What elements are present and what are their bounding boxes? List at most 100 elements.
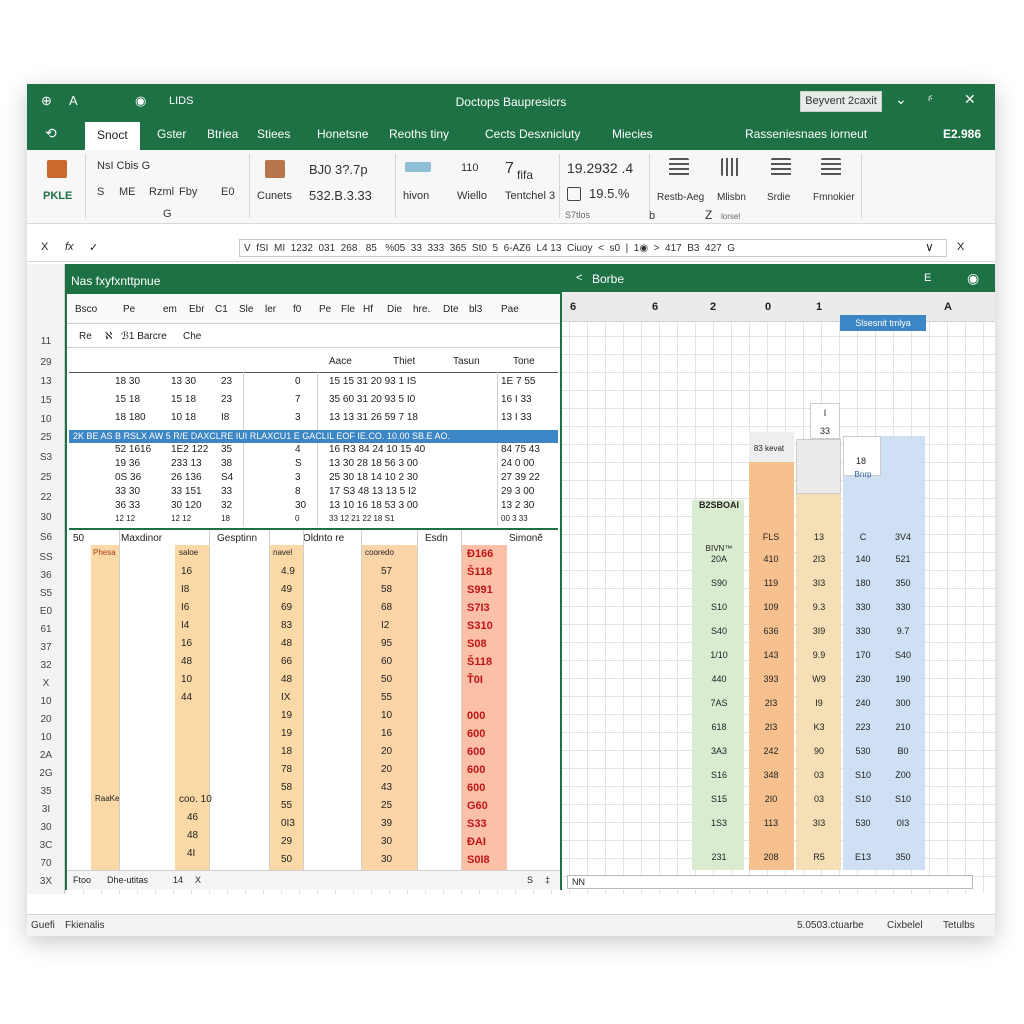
cell[interactable]: S15 — [699, 794, 739, 804]
cell[interactable]: 00 3 33 — [501, 514, 528, 523]
cell[interactable]: 109 — [751, 602, 791, 612]
sheet-tab[interactable]: Dhe-utitas — [107, 875, 148, 885]
cell[interactable]: 7AS — [699, 698, 739, 708]
header-cell[interactable]: hre. — [413, 304, 430, 315]
cells-icon[interactable] — [265, 160, 285, 178]
cell[interactable]: Z00 — [883, 770, 923, 780]
cell[interactable]: Đ166 — [467, 548, 493, 560]
minimize-icon[interactable]: ⸄ — [927, 91, 934, 110]
tab-6[interactable]: Cects Desxnicluty — [485, 127, 580, 141]
scroll-left-icon[interactable]: S — [527, 875, 533, 885]
cell[interactable]: 13 2 30 — [501, 500, 534, 511]
cell[interactable]: S16 — [699, 770, 739, 780]
cell[interactable]: 13 30 — [171, 376, 196, 387]
cell[interactable]: 19 — [281, 710, 292, 721]
cell[interactable]: I6 — [181, 602, 189, 613]
check-icon[interactable]: ✓ — [89, 241, 98, 254]
page-layout-button[interactable]: Cixbelel — [887, 920, 923, 931]
cell[interactable]: 60 — [381, 656, 392, 667]
cell[interactable]: 10 — [381, 710, 392, 721]
column-label[interactable]: 6 — [570, 301, 576, 313]
border-button[interactable]: E0 — [221, 186, 234, 198]
cell[interactable]: I8 — [181, 584, 189, 595]
cell[interactable]: 19 — [281, 728, 292, 739]
cell[interactable]: 33 30 — [115, 486, 140, 497]
cell[interactable]: 223 — [843, 722, 883, 732]
cell[interactable]: 2I0 — [751, 794, 791, 804]
cell[interactable]: 190 — [883, 674, 923, 684]
styles-button[interactable]: Wiello — [457, 190, 487, 202]
tab-3[interactable]: Stiees — [257, 127, 290, 141]
sheet-tab[interactable]: Ftoo — [73, 875, 91, 885]
font-color-button[interactable]: Fby — [179, 186, 197, 198]
cell[interactable]: 180 — [843, 578, 883, 588]
cell[interactable]: IX — [281, 692, 290, 703]
cell[interactable]: I9 — [799, 698, 839, 708]
find-icon[interactable] — [771, 158, 791, 176]
cell[interactable]: 20 — [381, 764, 392, 775]
cell[interactable]: 52 1616 — [115, 444, 151, 455]
cell[interactable]: 3I3 — [799, 578, 839, 588]
cell[interactable]: S10 — [699, 602, 739, 612]
table-row[interactable]: 19 36 233 13 38 S 13 30 28 18 56 3 00 24… — [67, 458, 560, 472]
table-row[interactable]: 18 180 10 18 I8 3 13 13 31 26 59 7 18 13… — [67, 412, 560, 430]
cell[interactable]: 33 12 21 22 18 S1 — [329, 514, 394, 523]
row-number[interactable]: 20 — [31, 714, 61, 725]
cell[interactable]: 10 — [181, 674, 192, 685]
cell[interactable]: 618 — [699, 722, 739, 732]
undo-icon[interactable]: ⟲ — [45, 125, 57, 142]
tab-7[interactable]: Miecies — [612, 127, 653, 141]
header-cell[interactable]: Hf — [363, 304, 373, 315]
column-label[interactable]: 1 — [816, 301, 822, 313]
cell[interactable]: 600 — [467, 764, 485, 776]
font-size-box[interactable]: Rzml — [149, 186, 174, 198]
cell[interactable]: 2I3 — [799, 554, 839, 564]
cell[interactable]: 48 — [281, 638, 292, 649]
cell[interactable]: 46 — [187, 812, 198, 823]
column-label[interactable]: 0 — [765, 301, 771, 313]
cell[interactable]: 38 — [221, 458, 232, 469]
cell[interactable]: 24 0 00 — [501, 458, 534, 469]
row-number[interactable]: 15 — [31, 395, 61, 406]
row-number[interactable]: 3C — [31, 840, 61, 851]
header-cell[interactable]: f0 — [293, 304, 301, 315]
cell[interactable]: 50 — [281, 854, 292, 865]
cell[interactable]: 55 — [381, 692, 392, 703]
cell[interactable]: Ť0I — [467, 674, 483, 686]
cell[interactable]: 33 — [221, 486, 232, 497]
column-label[interactable]: A — [944, 301, 952, 313]
cell[interactable]: R5 — [799, 852, 839, 862]
cell[interactable]: 18 — [221, 514, 230, 523]
analyze-button[interactable]: Fmnokier — [813, 192, 855, 203]
tab-2[interactable]: Btriea — [207, 127, 238, 141]
cell[interactable]: 57 — [381, 566, 392, 577]
table-row[interactable]: 12 12 12 12 18 0 33 12 21 22 18 S1 00 3 … — [67, 514, 560, 526]
row-number[interactable]: 11 — [31, 336, 61, 347]
cell[interactable]: 12 12 — [171, 514, 191, 523]
collapse-icon[interactable]: < — [576, 272, 582, 284]
cell[interactable]: 410 — [751, 554, 791, 564]
cell[interactable]: 30 120 — [171, 500, 202, 511]
lower-header[interactable]: Esdn — [425, 533, 448, 544]
cell[interactable]: S — [295, 458, 302, 469]
lower-header[interactable]: Simonĕ — [509, 533, 543, 544]
cell[interactable]: I2 — [381, 620, 389, 631]
header-cell[interactable]: Pe — [123, 304, 135, 315]
panel-settings-icon[interactable]: ◉ — [967, 270, 979, 287]
lower-header[interactable]: Maxdinor — [121, 533, 162, 544]
cell[interactable]: 530 — [843, 746, 883, 756]
cell[interactable]: 1E2 122 — [171, 444, 208, 455]
cell[interactable]: 7 — [295, 394, 301, 405]
column-label[interactable]: 2 — [710, 301, 716, 313]
cell[interactable]: 16 — [181, 566, 192, 577]
cell[interactable]: 600 — [467, 782, 485, 794]
cell[interactable]: 521 — [883, 554, 923, 564]
cell[interactable]: 4.9 — [281, 566, 295, 577]
row-number[interactable]: 10 — [31, 696, 61, 707]
row-number[interactable]: E0 — [31, 606, 61, 617]
fx-icon[interactable]: fx — [65, 241, 74, 253]
cell[interactable]: 208 — [751, 852, 791, 862]
cell[interactable]: 29 — [281, 836, 292, 847]
cell[interactable]: coo. 10 — [179, 794, 212, 805]
table-row[interactable]: 0S 36 26 136 S4 3 25 30 18 14 10 2 30 27… — [67, 472, 560, 486]
